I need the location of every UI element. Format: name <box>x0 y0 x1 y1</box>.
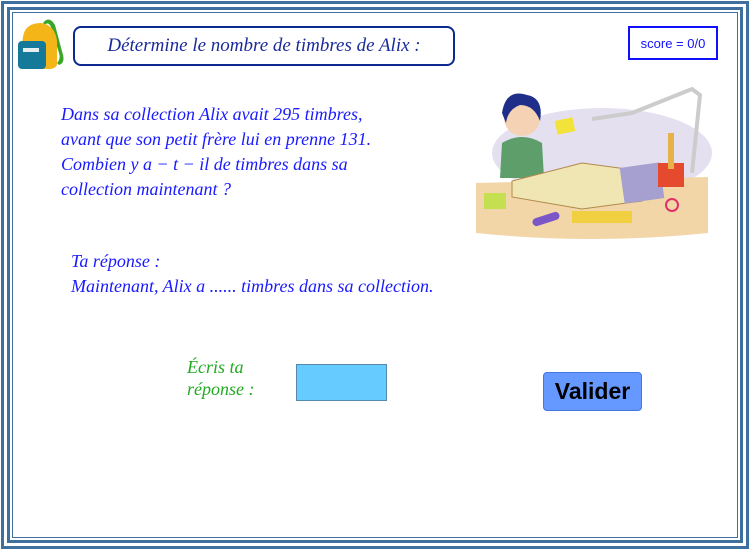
answer-sentence: Maintenant, Alix a ...... timbres dans s… <box>71 276 434 296</box>
problem-line: avant que son petit frère lui en prenne … <box>61 129 372 149</box>
answer-input[interactable] <box>296 364 387 401</box>
input-label-line: Écris ta <box>187 357 244 377</box>
page-title: Détermine le nombre de timbres de Alix : <box>73 26 455 66</box>
score-badge: score = 0/0 <box>628 26 718 60</box>
problem-line: Dans sa collection Alix avait 295 timbre… <box>61 104 363 124</box>
validate-button[interactable]: Valider <box>543 372 642 411</box>
answer-prompt: Ta réponse : Maintenant, Alix a ...... t… <box>71 249 433 299</box>
stamp-collector-illustration <box>476 86 712 239</box>
input-label: Écris ta réponse : <box>187 356 254 400</box>
input-label-line: réponse : <box>187 379 255 399</box>
problem-line: collection maintenant ? <box>61 179 231 199</box>
problem-line: Combien y a − t − il de timbres dans sa <box>61 154 348 174</box>
backpack-icon <box>18 19 64 69</box>
problem-statement: Dans sa collection Alix avait 295 timbre… <box>61 102 371 202</box>
answer-label: Ta réponse : <box>71 251 161 271</box>
